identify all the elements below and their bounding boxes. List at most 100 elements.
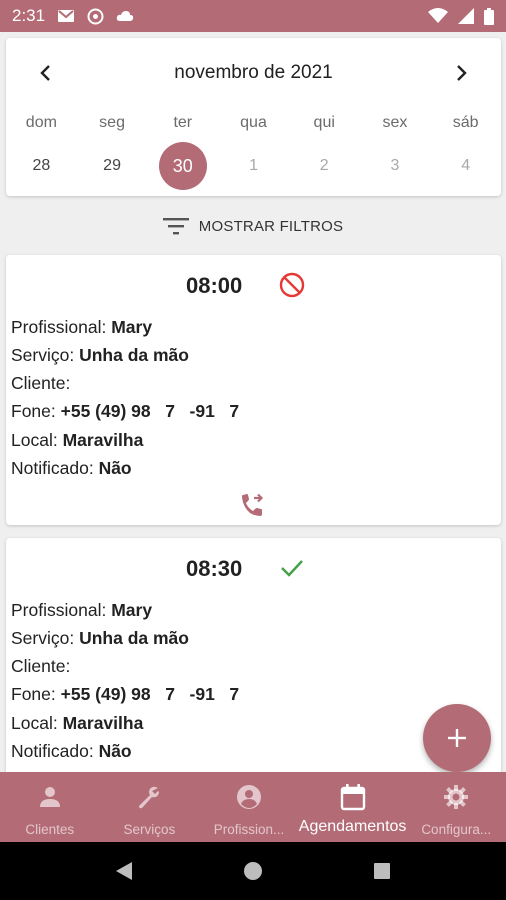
person-icon (38, 784, 62, 810)
weekday-label: qua (240, 114, 267, 131)
calendar-day[interactable]: 29 (77, 141, 148, 191)
appointment-time: 08:00 (186, 273, 243, 298)
nav-item-clientes[interactable]: Clientes (0, 772, 100, 842)
phone-label: Fone: (11, 401, 56, 421)
calendar-day-number: 4 (461, 157, 471, 174)
phone-value: +55 (49) 98 7 -91 7 (60, 684, 240, 704)
nav-item-agendamentos[interactable]: Agendamentos (299, 772, 406, 842)
appointment-time: 08:30 (186, 556, 243, 581)
recents-button[interactable] (373, 862, 391, 880)
at-sign-icon (87, 8, 104, 25)
wrench-icon (136, 784, 162, 810)
next-month-button[interactable] (447, 58, 477, 88)
location-label: Local: (11, 430, 58, 450)
plus-icon (448, 729, 466, 747)
calendar-day-number: 29 (103, 157, 121, 174)
appointment-client: Cliente: (11, 656, 70, 677)
gmail-icon (57, 9, 75, 23)
notified-value: Não (98, 741, 132, 761)
calendar-day[interactable]: 4 (430, 141, 501, 191)
calendar-icon (339, 784, 367, 811)
location-value: Maravilha (62, 713, 144, 733)
calendar-day[interactable]: 2 (289, 141, 360, 191)
status-bar: 2:31 (0, 0, 506, 32)
calendar-month-title: novembro de 2021 (174, 62, 333, 83)
show-filters-button[interactable]: MOSTRAR FILTROS (0, 212, 506, 240)
show-filters-label: MOSTRAR FILTROS (198, 217, 344, 235)
android-system-nav (0, 842, 506, 900)
gear-icon (443, 784, 469, 810)
calendar-day[interactable]: 3 (360, 141, 431, 191)
appointment-time-row: 08:30 (6, 552, 501, 586)
calendar-header: novembro de 2021 (6, 58, 501, 88)
service-value: Unha da mão (79, 628, 189, 648)
calendar-day-number: 30 (158, 142, 207, 190)
location-value: Maravilha (62, 430, 144, 450)
filter-list-icon (162, 218, 189, 235)
check-icon (278, 554, 306, 582)
calendar-day-number: 28 (32, 157, 51, 174)
notified-label: Notificado: (11, 458, 94, 478)
phone-forwarded-icon[interactable] (238, 491, 266, 519)
nav-item-profissionais[interactable]: Profission... (199, 772, 299, 842)
nav-item-servicos[interactable]: Serviços (100, 772, 200, 842)
calendar-day-number: 3 (390, 157, 400, 174)
appointment-service: Serviço: Unha da mão (11, 628, 189, 649)
account-circle-icon (236, 784, 262, 810)
calendar-day[interactable]: 28 (6, 141, 77, 191)
back-button[interactable] (115, 861, 133, 881)
appointment-service: Serviço: Unha da mão (11, 345, 189, 366)
weekday-label: ter (173, 114, 193, 131)
weekday-label: seg (99, 114, 125, 131)
location-label: Local: (11, 713, 58, 733)
appointment-notified: Notificado: Não (11, 458, 132, 479)
home-circle-icon (244, 862, 262, 880)
weekday-label: qui (313, 114, 335, 131)
nav-label: Clientes (25, 822, 75, 837)
previous-month-button[interactable] (30, 58, 60, 88)
notified-label: Notificado: (11, 741, 94, 761)
service-label: Serviço: (11, 345, 75, 365)
chevron-right-icon (457, 65, 467, 81)
cloud-icon (116, 10, 134, 22)
appointment-phone: Fone: +55 (49) 98 7 -91 7 (11, 401, 239, 422)
appointment-professional: Profissional: Mary (11, 317, 152, 338)
nav-label: Profission... (213, 822, 285, 837)
nav-label: Configura... (421, 822, 492, 837)
status-time: 2:31 (12, 6, 46, 25)
nav-item-configuracoes[interactable]: Configura... (406, 772, 506, 842)
calendar-weekdays: dom seg ter qua qui sex sáb (6, 114, 501, 132)
appointment-client: Cliente: (11, 373, 70, 394)
calendar-day[interactable]: 1 (218, 141, 289, 191)
phone-label: Fone: (11, 684, 56, 704)
weekday-label: sáb (452, 114, 479, 131)
professional-value: Mary (111, 600, 153, 620)
signal-icon (458, 8, 474, 24)
calendar-day-number: 1 (249, 157, 258, 174)
weekday-label: sex (382, 114, 408, 131)
client-label: Cliente: (11, 656, 71, 676)
back-triangle-icon (116, 862, 132, 880)
nav-label: Serviços (123, 822, 176, 837)
service-label: Serviço: (11, 628, 75, 648)
appointment-card[interactable]: 08:00 Profissional: Mary Serviço: Unha d… (6, 255, 501, 525)
appointment-notified: Notificado: Não (11, 741, 132, 762)
appointment-professional: Profissional: Mary (11, 600, 152, 621)
professional-label: Profissional: (11, 600, 107, 620)
wifi-icon (428, 8, 448, 24)
service-value: Unha da mão (79, 345, 189, 365)
calendar-days: 28 29 30 1 2 3 4 (6, 141, 501, 191)
professional-label: Profissional: (11, 317, 107, 337)
calendar-day-selected[interactable]: 30 (147, 141, 218, 191)
add-appointment-button[interactable] (423, 704, 491, 772)
battery-icon (484, 7, 494, 25)
appointment-time-row: 08:00 (6, 269, 501, 303)
bottom-navigation: Clientes Serviços Profission... Agendame… (0, 772, 506, 842)
appointment-location: Local: Maravilha (11, 713, 143, 734)
professional-value: Mary (111, 317, 153, 337)
phone-value: +55 (49) 98 7 -91 7 (60, 401, 240, 421)
chevron-left-icon (40, 65, 50, 81)
notified-value: Não (98, 458, 132, 478)
home-button[interactable] (243, 861, 263, 881)
calendar-day-number: 2 (319, 157, 329, 174)
